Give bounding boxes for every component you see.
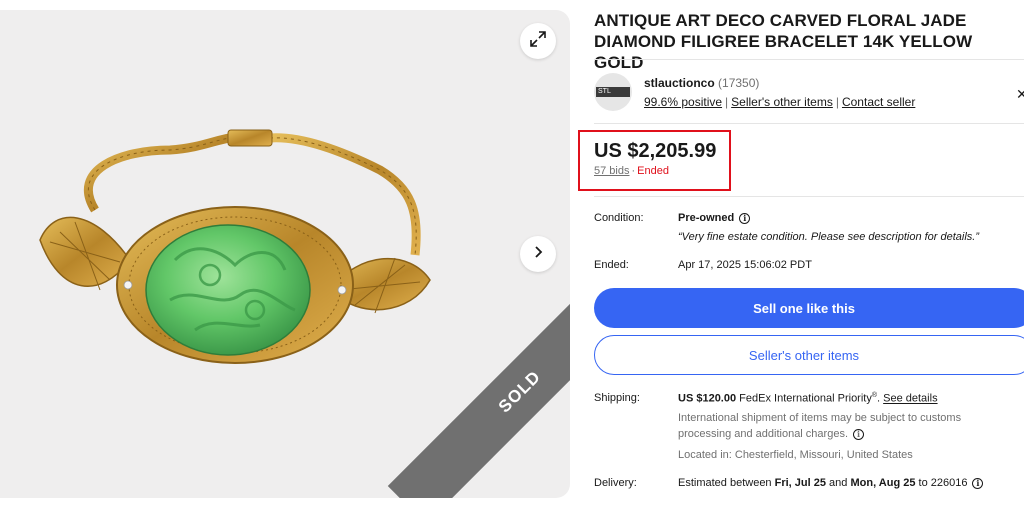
ended-label: Ended: [594,259,629,271]
image-gallery[interactable]: SOLD [0,10,570,498]
separator-dot: · [631,165,636,177]
chevron-right-icon [531,245,545,264]
shipping-method: FedEx International Priority [739,392,872,405]
shipping-summary: US $120.00 FedEx International Priority®… [678,392,938,405]
ended-value: Apr 17, 2025 15:06:02 PDT [678,259,812,271]
sellers-other-items-button[interactable]: Seller's other items [594,335,1024,375]
divider [594,59,1024,60]
bids-status: 57 bids · Ended [594,165,669,177]
shipping-note-text: International shipment of items may be s… [678,412,962,440]
condition-quote: “Very fine estate condition. Please see … [678,231,980,243]
delivery-label: Delivery: [594,477,637,489]
shipping-period: . [877,392,881,405]
next-image-button[interactable] [520,236,556,272]
delivery-estimate: Estimated between Fri, Jul 25 and Mon, A… [678,477,984,489]
seller-feedback-count: (17350) [718,76,760,90]
condition-label: Condition: [594,212,644,224]
seller-positive-link[interactable]: 99.6% positive [644,95,722,109]
seller-username[interactable]: stlauctionco [644,76,715,90]
see-details-link[interactable]: See details [883,393,937,405]
shipping-cost: US $120.00 [678,392,737,405]
info-icon[interactable]: i [972,477,984,489]
condition-value-row: Pre-owned i [678,212,751,224]
seller-logo-text: STL [596,87,630,97]
seller-avatar[interactable]: STL [594,73,632,111]
seller-other-items-link[interactable]: Seller's other items [731,95,833,109]
divider [594,196,1024,197]
condition-value: Pre-owned [678,212,735,224]
close-icon[interactable]: ✕ [1016,86,1024,103]
expand-button[interactable] [520,23,556,59]
delivery-start: Fri, Jul 25 [774,477,826,489]
shipping-note: International shipment of items may be s… [678,410,998,442]
seller-links: 99.6% positive | Seller's other items | Cont… [644,95,915,109]
separator: | [835,95,839,109]
sell-one-like-this-button[interactable]: Sell one like this [594,288,1024,328]
listing-details-panel: ANTIQUE ART DECO CARVED FLORAL JADE DIAM… [578,0,1024,508]
listing-page: SOLD ANTIQUE ART DECO CARVED FLORAL JADE… [0,0,1024,508]
info-icon[interactable]: i [739,212,751,224]
separator: | [725,95,729,109]
divider [594,123,1024,124]
shipping-label: Shipping: [594,392,640,404]
delivery-to: to 226016 [918,477,968,489]
price: US $2,205.99 [594,140,717,162]
delivery-and: and [829,477,848,489]
item-location: Located in: Chesterfield, Missouri, Unit… [678,449,913,461]
info-icon[interactable]: i [853,428,865,440]
seller-name[interactable]: stlauctionco (17350) [644,76,759,90]
delivery-prefix: Estimated between [678,477,772,489]
delivery-end: Mon, Aug 25 [850,477,916,489]
expand-icon [529,30,547,53]
sold-label: SOLD [494,366,545,417]
contact-seller-link[interactable]: Contact seller [842,95,915,109]
listing-title: ANTIQUE ART DECO CARVED FLORAL JADE DIAM… [594,11,973,72]
bids-link[interactable]: 57 bids [594,165,629,177]
ended-status: Ended [637,165,669,177]
